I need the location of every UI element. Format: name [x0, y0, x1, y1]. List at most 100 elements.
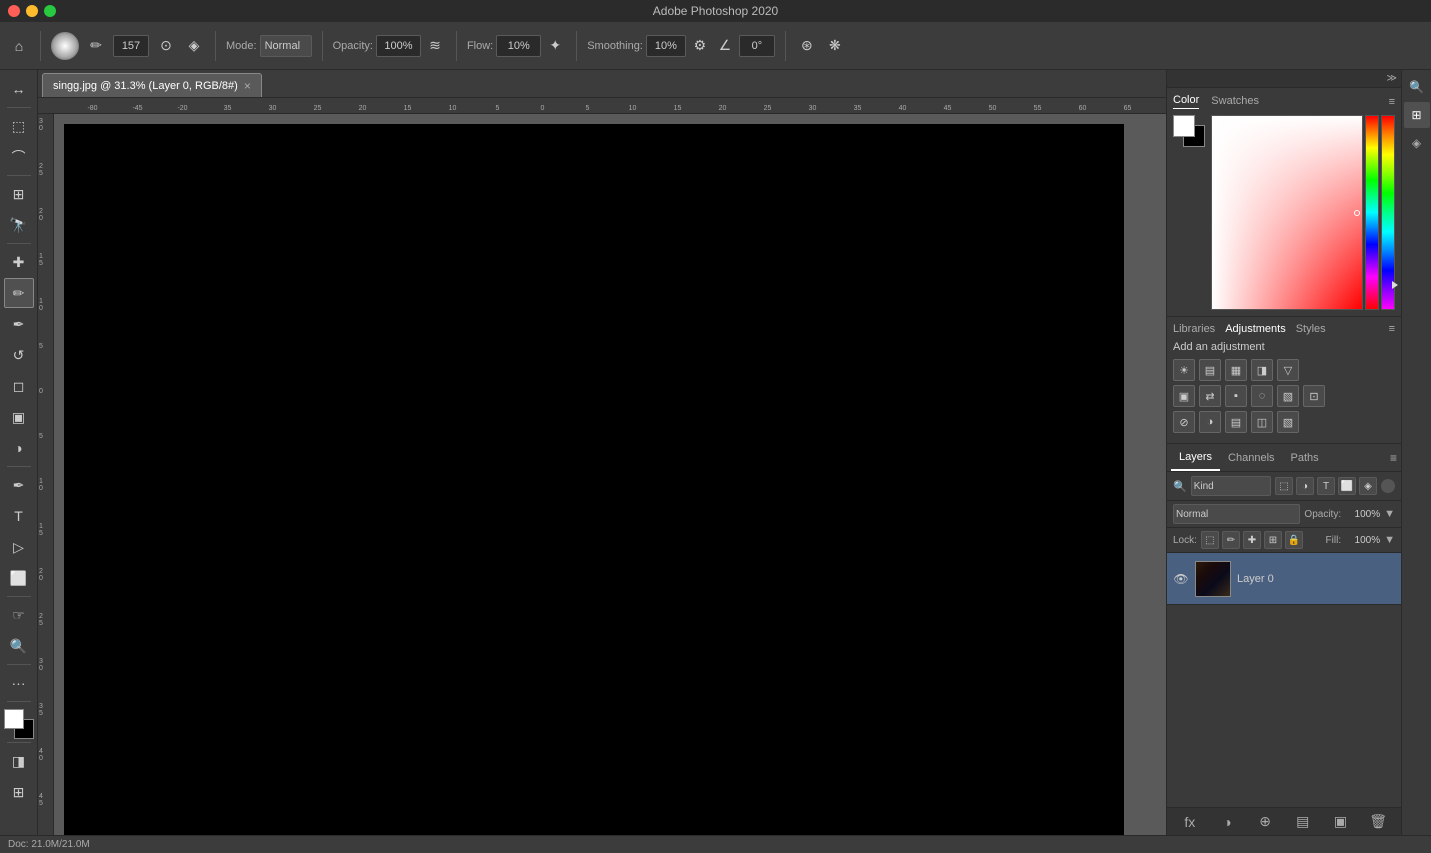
filter-shape-icon[interactable]: ⬜	[1338, 477, 1356, 495]
opacity-input[interactable]	[376, 35, 421, 57]
adj-colorbalance-icon[interactable]: ⇄	[1199, 385, 1221, 407]
smoothing-input[interactable]	[646, 35, 686, 57]
paths-tab[interactable]: Paths	[1283, 444, 1327, 471]
add-layer-style-button[interactable]: fx	[1179, 812, 1201, 832]
document-tab[interactable]: singg.jpg @ 31.3% (Layer 0, RGB/8#) ×	[42, 73, 262, 97]
mode-select[interactable]: Normal Dissolve Multiply Screen Overlay	[260, 35, 312, 57]
layers-panel-options[interactable]: ≡	[1390, 451, 1397, 465]
tools-panel-icon[interactable]: ⊞	[1404, 102, 1430, 128]
brush-settings-icon[interactable]: ◈	[183, 35, 205, 57]
filter-kind-select[interactable]: Kind Name Effect Mode Attribute Color	[1191, 476, 1271, 496]
new-group-button[interactable]: ▤	[1292, 812, 1314, 832]
pressure-icon[interactable]: ⊙	[155, 35, 177, 57]
foreground-color-swatch[interactable]	[1173, 115, 1195, 137]
airbrush-icon[interactable]: ✦	[544, 35, 566, 57]
delete-layer-button[interactable]: 🗑	[1367, 812, 1389, 832]
maximize-button[interactable]	[44, 5, 56, 17]
clone-stamp-tool[interactable]: ✒	[4, 309, 34, 339]
layer-row[interactable]: 👁 Layer 0	[1167, 553, 1401, 605]
healing-tool[interactable]: ✚	[4, 247, 34, 277]
new-layer-button[interactable]: ▣	[1329, 812, 1351, 832]
filter-smart-icon[interactable]: ◈	[1359, 477, 1377, 495]
crop-tool[interactable]: ⊞	[4, 179, 34, 209]
adj-invert-icon[interactable]: ⊘	[1173, 411, 1195, 433]
path-select-tool[interactable]: ▷	[4, 532, 34, 562]
zoom-tool[interactable]: 🔍	[4, 631, 34, 661]
tab-close-icon[interactable]: ×	[244, 79, 251, 93]
styles-tab[interactable]: Styles	[1296, 323, 1326, 335]
shape-tool[interactable]: ⬜	[4, 563, 34, 593]
move-tool[interactable]: ↔	[4, 74, 34, 104]
symmetry-icon[interactable]: ⊛	[796, 35, 818, 57]
angle-icon[interactable]: ∠	[714, 35, 736, 57]
angle-input[interactable]	[739, 35, 775, 57]
adj-photofilter-icon[interactable]: ◌	[1251, 385, 1273, 407]
hand-tool[interactable]: ☞	[4, 600, 34, 630]
hue-slider[interactable]	[1365, 115, 1379, 310]
libraries-tab[interactable]: Libraries	[1173, 323, 1215, 335]
filter-pixel-icon[interactable]: ⬚	[1275, 477, 1293, 495]
layers-tab[interactable]: Layers	[1171, 444, 1220, 471]
adj-colorlookup-icon[interactable]: ⊡	[1303, 385, 1325, 407]
lock-transparent-icon[interactable]: ⬚	[1201, 531, 1219, 549]
quick-mask-toggle[interactable]: ◨	[4, 746, 34, 776]
layer-visibility-toggle[interactable]: 👁	[1173, 571, 1189, 587]
adjustments-tab[interactable]: Adjustments	[1225, 323, 1286, 335]
color-panel-options[interactable]: ≡	[1389, 96, 1395, 108]
layers-filter-toggle[interactable]	[1381, 479, 1395, 493]
color-tab[interactable]: Color	[1173, 94, 1199, 109]
blend-mode-select[interactable]: Normal Dissolve Multiply Screen Overlay	[1173, 504, 1300, 524]
adj-posterize-icon[interactable]: ◑	[1199, 411, 1221, 433]
channels-tab[interactable]: Channels	[1220, 444, 1282, 471]
swatches-tab[interactable]: Swatches	[1211, 95, 1259, 109]
lasso-tool[interactable]: ⌒	[4, 142, 34, 172]
canvas-viewport[interactable]	[54, 114, 1166, 835]
smoothing-settings-icon[interactable]: ⚙	[689, 35, 711, 57]
adj-curves-icon[interactable]: ▦	[1225, 359, 1247, 381]
brush-tool[interactable]: ✏	[4, 278, 34, 308]
add-mask-button[interactable]: ◑	[1216, 812, 1238, 832]
brush-icon[interactable]: ✏	[85, 35, 107, 57]
opacity-arrow[interactable]: ▼	[1384, 508, 1395, 520]
adj-gradientmap-icon[interactable]: ◫	[1251, 411, 1273, 433]
adj-hsl-icon[interactable]: ▣	[1173, 385, 1195, 407]
gradient-tool[interactable]: ▣	[4, 402, 34, 432]
butterfly-icon[interactable]: ❋	[824, 35, 846, 57]
filter-adjustment-icon[interactable]: ◑	[1296, 477, 1314, 495]
saturation-slider[interactable]	[1381, 115, 1395, 310]
foreground-color[interactable]	[4, 709, 24, 729]
brush-preview[interactable]	[51, 32, 79, 60]
minimize-button[interactable]	[26, 5, 38, 17]
dodge-tool[interactable]: ◑	[4, 433, 34, 463]
home-icon[interactable]: ⌂	[8, 35, 30, 57]
fill-arrow[interactable]: ▼	[1384, 534, 1395, 546]
adj-exposure-icon[interactable]: ◨	[1251, 359, 1273, 381]
more-tools[interactable]: ···	[4, 668, 34, 698]
brush-size-input[interactable]	[113, 35, 149, 57]
eraser-tool[interactable]: ◻	[4, 371, 34, 401]
adj-channelmixer-icon[interactable]: ▧	[1277, 385, 1299, 407]
lock-position-icon[interactable]: ✚	[1243, 531, 1261, 549]
adj-levels-icon[interactable]: ▤	[1199, 359, 1221, 381]
screen-mode-toggle[interactable]: ⊞	[4, 777, 34, 807]
filter-type-icon[interactable]: T	[1317, 477, 1335, 495]
flow-input[interactable]	[496, 35, 541, 57]
close-button[interactable]	[8, 5, 20, 17]
adj-threshold-icon[interactable]: ▤	[1225, 411, 1247, 433]
lock-artboard-icon[interactable]: ⊞	[1264, 531, 1282, 549]
adj-panel-options[interactable]: ≡	[1389, 323, 1395, 335]
adj-vibrance-icon[interactable]: ▽	[1277, 359, 1299, 381]
marquee-tool[interactable]: ⬚	[4, 111, 34, 141]
text-tool[interactable]: T	[4, 501, 34, 531]
adjustments-panel-icon[interactable]: ◈	[1404, 130, 1430, 156]
pen-tool[interactable]: ✒	[4, 470, 34, 500]
opacity-toggle[interactable]: ≋	[424, 35, 446, 57]
new-fill-layer-button[interactable]: ⊕	[1254, 812, 1276, 832]
lock-image-icon[interactable]: ✏	[1222, 531, 1240, 549]
eyedropper-tool[interactable]: 🔭	[4, 210, 34, 240]
adj-bw-icon[interactable]: ▪	[1225, 385, 1247, 407]
adj-selectivecolor-icon[interactable]: ▧	[1277, 411, 1299, 433]
search-panel-icon[interactable]: 🔍	[1404, 74, 1430, 100]
lock-all-icon[interactable]: 🔒	[1285, 531, 1303, 549]
history-brush-tool[interactable]: ↺	[4, 340, 34, 370]
